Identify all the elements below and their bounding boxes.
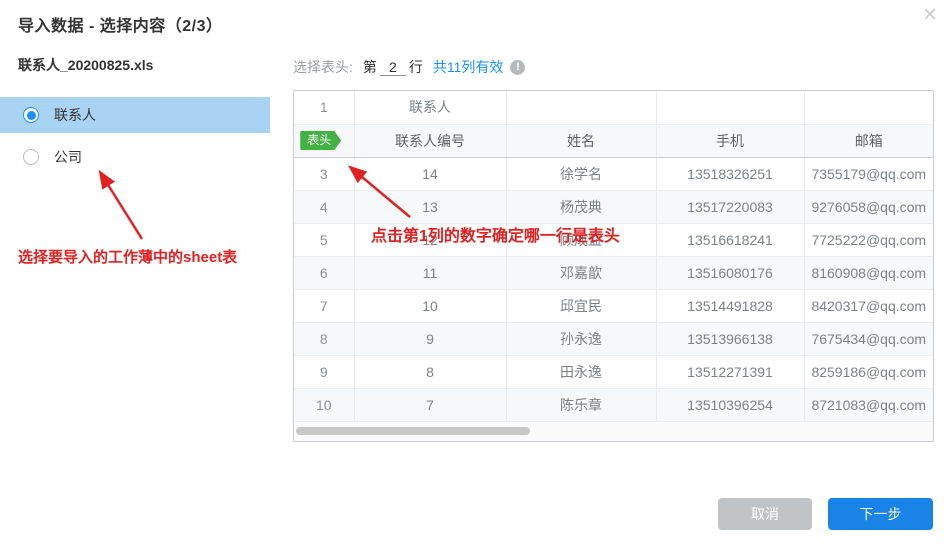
table-cell [804, 91, 933, 124]
table-cell: 8420317@qq.com [804, 289, 933, 322]
table-cell: 13516618241 [656, 223, 804, 256]
table-row: 8 9 孙永逸 13513966138 7675434@qq.com [294, 322, 933, 355]
table-cell: 13518326251 [656, 157, 804, 190]
sheet-item-company[interactable]: 公司 [0, 139, 270, 175]
table-cell: 7355179@qq.com [804, 157, 933, 190]
table-row: 4 13 杨茂典 13517220083 9276058@qq.com [294, 190, 933, 223]
valid-columns-link[interactable]: 共11列有效 [433, 57, 504, 77]
header-select-bar: 选择表头: 第 2 行 共11列有效 ! [293, 56, 525, 78]
row-number-cell[interactable]: 5 [294, 223, 354, 256]
table-cell: 13512271391 [656, 355, 804, 388]
table-cell: 杨茂典 [506, 190, 656, 223]
info-icon[interactable]: ! [510, 60, 525, 75]
row-number-cell[interactable]: 10 [294, 388, 354, 421]
import-data-dialog: 导入数据 - 选择内容（2/3） × 联系人_20200825.xls 联系人 … [0, 0, 950, 544]
radio-selected-icon [23, 107, 39, 123]
table-cell: 8721083@qq.com [804, 388, 933, 421]
preview-table: 1 联系人 表头 联系人编号 姓名 手机 邮箱 3 14 徐学名 1351832… [293, 90, 934, 442]
table-cell: 邱宜民 [506, 289, 656, 322]
table-row: 10 7 陈乐章 13510396254 8721083@qq.com [294, 388, 933, 421]
row-number-cell[interactable]: 6 [294, 256, 354, 289]
table-cell [506, 91, 656, 124]
row-number-cell[interactable]: 1 [294, 91, 354, 124]
table-cell: 13 [354, 190, 506, 223]
table-row: 9 8 田永逸 13512271391 8259186@qq.com [294, 355, 933, 388]
dialog-title: 导入数据 - 选择内容（2/3） [18, 12, 222, 36]
header-badge-cell[interactable]: 表头 [294, 124, 354, 157]
sheet-annotation-text: 选择要导入的工作薄中的sheet表 [18, 246, 237, 267]
table-row: 6 11 邓嘉歆 13516080176 8160908@qq.com [294, 256, 933, 289]
table-annotation-text: 点击第1列的数字确定哪一行是表头 [371, 222, 620, 246]
horizontal-scrollbar-track [294, 422, 933, 441]
table-cell: 13510396254 [656, 388, 804, 421]
table-cell: 7 [354, 388, 506, 421]
close-icon[interactable]: × [923, 0, 937, 30]
header-select-label: 选择表头: [293, 57, 353, 77]
next-step-button[interactable]: 下一步 [828, 498, 933, 530]
source-filename: 联系人_20200825.xls [18, 55, 153, 75]
table-cell: 田永逸 [506, 355, 656, 388]
sheet-item-label: 公司 [54, 147, 82, 167]
table-cell: 8160908@qq.com [804, 256, 933, 289]
sheet-item-contacts[interactable]: 联系人 [0, 97, 270, 133]
table-cell: 13517220083 [656, 190, 804, 223]
arrow-to-sheet-list [100, 172, 142, 239]
radio-unselected-icon [23, 149, 39, 165]
table-cell: 9 [354, 322, 506, 355]
table-cell: 联系人编号 [354, 124, 506, 157]
table-cell: 9276058@qq.com [804, 190, 933, 223]
table-cell: 10 [354, 289, 506, 322]
table-cell: 13514491828 [656, 289, 804, 322]
row-number-cell[interactable]: 9 [294, 355, 354, 388]
table-cell: 8259186@qq.com [804, 355, 933, 388]
table-cell: 7725222@qq.com [804, 223, 933, 256]
data-grid: 1 联系人 表头 联系人编号 姓名 手机 邮箱 3 14 徐学名 1351832… [294, 91, 933, 422]
table-cell: 14 [354, 157, 506, 190]
table-cell: 邓嘉歆 [506, 256, 656, 289]
row-number-cell[interactable]: 7 [294, 289, 354, 322]
sheet-item-label: 联系人 [54, 105, 96, 125]
cancel-button[interactable]: 取消 [718, 498, 812, 530]
table-row: 7 10 邱宜民 13514491828 8420317@qq.com [294, 289, 933, 322]
row-prefix: 第 [363, 57, 377, 77]
table-row: 1 联系人 [294, 91, 933, 124]
table-cell: 邮箱 [804, 124, 933, 157]
table-cell [656, 91, 804, 124]
header-badge[interactable]: 表头 [300, 131, 341, 150]
table-cell: 孙永逸 [506, 322, 656, 355]
horizontal-scrollbar-thumb[interactable] [296, 427, 530, 435]
row-suffix: 行 [409, 57, 423, 77]
row-number-cell[interactable]: 4 [294, 190, 354, 223]
table-row: 3 14 徐学名 13518326251 7355179@qq.com [294, 157, 933, 190]
table-cell: 联系人 [354, 91, 506, 124]
header-row-input[interactable]: 2 [380, 59, 406, 76]
table-cell: 陈乐章 [506, 388, 656, 421]
table-cell: 13516080176 [656, 256, 804, 289]
table-cell: 徐学名 [506, 157, 656, 190]
row-number-cell[interactable]: 8 [294, 322, 354, 355]
table-cell: 11 [354, 256, 506, 289]
table-cell: 8 [354, 355, 506, 388]
table-cell: 7675434@qq.com [804, 322, 933, 355]
table-cell: 姓名 [506, 124, 656, 157]
table-header-row: 表头 联系人编号 姓名 手机 邮箱 [294, 124, 933, 157]
row-number-cell[interactable]: 3 [294, 157, 354, 190]
table-cell: 13513966138 [656, 322, 804, 355]
table-cell: 手机 [656, 124, 804, 157]
